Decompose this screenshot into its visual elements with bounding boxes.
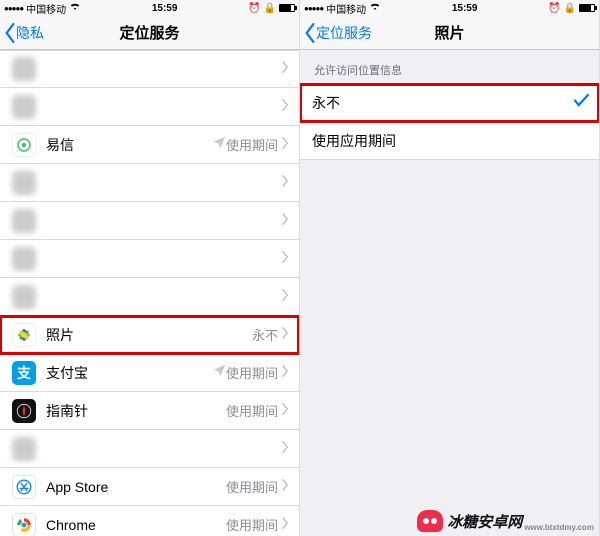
check-icon bbox=[574, 94, 589, 112]
watermark-logo-icon bbox=[417, 510, 443, 532]
chevron-right-icon bbox=[282, 212, 289, 230]
app-label: 易信 bbox=[46, 135, 213, 155]
portrait-lock-icon: 🔒 bbox=[564, 3, 576, 14]
detail-label: 永不 bbox=[252, 325, 278, 344]
signal-dots-icon: ●●●●● bbox=[4, 4, 23, 13]
option-label: 使用应用期间 bbox=[312, 131, 589, 151]
app-label: Chrome bbox=[46, 517, 226, 533]
back-button[interactable]: 定位服务 bbox=[300, 23, 372, 43]
nav-bar: 隐私 定位服务 bbox=[0, 16, 299, 50]
alarm-icon: ⏰ bbox=[548, 3, 560, 14]
location-arrow-icon bbox=[213, 136, 226, 154]
nav-bar: 定位服务 照片 bbox=[300, 16, 599, 50]
clock: 15:59 bbox=[452, 3, 478, 14]
app-icon bbox=[12, 95, 36, 119]
detail-label: 使用期间 bbox=[226, 135, 278, 154]
app-row-9[interactable]: 指南针使用期间 bbox=[0, 392, 299, 430]
app-row-10[interactable] bbox=[0, 430, 299, 468]
back-label: 隐私 bbox=[16, 23, 44, 43]
watermark: 冰糖安卓网 www.btxtdmy.com bbox=[417, 510, 594, 532]
battery-icon bbox=[579, 4, 595, 12]
page-title: 定位服务 bbox=[119, 22, 179, 43]
location-arrow-icon bbox=[213, 364, 226, 382]
app-icon bbox=[12, 247, 36, 271]
chevron-right-icon bbox=[282, 174, 289, 192]
back-label: 定位服务 bbox=[316, 23, 372, 43]
permission-list: 永不使用应用期间 bbox=[300, 84, 599, 160]
app-icon bbox=[12, 285, 36, 309]
chevron-right-icon bbox=[282, 402, 289, 420]
chevron-right-icon bbox=[282, 98, 289, 116]
left-screen: ●●●●● 中国移动 15:59 ⏰ 🔒 隐私 定位服务 易信使用期间照片永不支… bbox=[0, 0, 300, 536]
alarm-icon: ⏰ bbox=[248, 3, 260, 14]
app-label: 支付宝 bbox=[46, 363, 213, 383]
app-row-6[interactable] bbox=[0, 278, 299, 316]
photos-icon bbox=[12, 323, 36, 347]
appstore-icon bbox=[12, 475, 36, 499]
watermark-url: www.btxtdmy.com bbox=[524, 523, 594, 532]
app-row-8[interactable]: 支支付宝使用期间 bbox=[0, 354, 299, 392]
yixin-icon bbox=[12, 133, 36, 157]
alipay-icon: 支 bbox=[12, 361, 36, 385]
right-screen: ●●●●● 中国移动 15:59 ⏰ 🔒 定位服务 照片 允许访问位置信息 永不… bbox=[300, 0, 600, 536]
app-label: App Store bbox=[46, 479, 226, 495]
carrier-label: 中国移动 bbox=[26, 1, 66, 16]
app-icon bbox=[12, 57, 36, 81]
app-row-12[interactable]: Chrome使用期间 bbox=[0, 506, 299, 536]
app-row-1[interactable] bbox=[0, 88, 299, 126]
chevron-right-icon bbox=[282, 136, 289, 154]
chevron-right-icon bbox=[282, 440, 289, 458]
wifi-icon bbox=[369, 2, 381, 14]
detail-label: 使用期间 bbox=[226, 515, 278, 534]
status-bar: ●●●●● 中国移动 15:59 ⏰ 🔒 bbox=[300, 0, 599, 16]
watermark-text: 冰糖安卓网 bbox=[447, 511, 522, 532]
chevron-right-icon bbox=[282, 250, 289, 268]
chevron-right-icon bbox=[282, 288, 289, 306]
portrait-lock-icon: 🔒 bbox=[264, 3, 276, 14]
section-header: 允许访问位置信息 bbox=[300, 50, 599, 84]
app-label: 指南针 bbox=[46, 401, 226, 421]
chevron-right-icon bbox=[282, 60, 289, 78]
detail-label: 使用期间 bbox=[226, 401, 278, 420]
detail-label: 使用期间 bbox=[226, 477, 278, 496]
app-row-photos[interactable]: 照片永不 bbox=[0, 316, 299, 354]
app-icon bbox=[12, 171, 36, 195]
carrier-label: 中国移动 bbox=[326, 1, 366, 16]
option-label: 永不 bbox=[312, 93, 574, 113]
app-icon bbox=[12, 437, 36, 461]
permission-option-1[interactable]: 使用应用期间 bbox=[300, 122, 599, 160]
clock: 15:59 bbox=[152, 3, 178, 14]
page-title: 照片 bbox=[434, 22, 464, 43]
app-label: 照片 bbox=[46, 325, 252, 345]
detail-label: 使用期间 bbox=[226, 363, 278, 382]
chevron-right-icon bbox=[282, 364, 289, 382]
signal-dots-icon: ●●●●● bbox=[304, 4, 323, 13]
app-row-4[interactable] bbox=[0, 202, 299, 240]
app-icon bbox=[12, 209, 36, 233]
permission-option-0[interactable]: 永不 bbox=[300, 84, 599, 122]
battery-icon bbox=[279, 4, 295, 12]
chevron-right-icon bbox=[282, 516, 289, 534]
app-list[interactable]: 易信使用期间照片永不支支付宝使用期间指南针使用期间App Store使用期间Ch… bbox=[0, 50, 299, 536]
back-button[interactable]: 隐私 bbox=[0, 23, 44, 43]
status-bar: ●●●●● 中国移动 15:59 ⏰ 🔒 bbox=[0, 0, 299, 16]
app-row-5[interactable] bbox=[0, 240, 299, 278]
chevron-right-icon bbox=[282, 326, 289, 344]
wifi-icon bbox=[69, 2, 81, 14]
chrome-icon bbox=[12, 513, 36, 536]
app-row-2[interactable]: 易信使用期间 bbox=[0, 126, 299, 164]
app-row-11[interactable]: App Store使用期间 bbox=[0, 468, 299, 506]
app-row-3[interactable] bbox=[0, 164, 299, 202]
chevron-right-icon bbox=[282, 478, 289, 496]
compass-icon bbox=[12, 399, 36, 423]
app-row-0[interactable] bbox=[0, 50, 299, 88]
